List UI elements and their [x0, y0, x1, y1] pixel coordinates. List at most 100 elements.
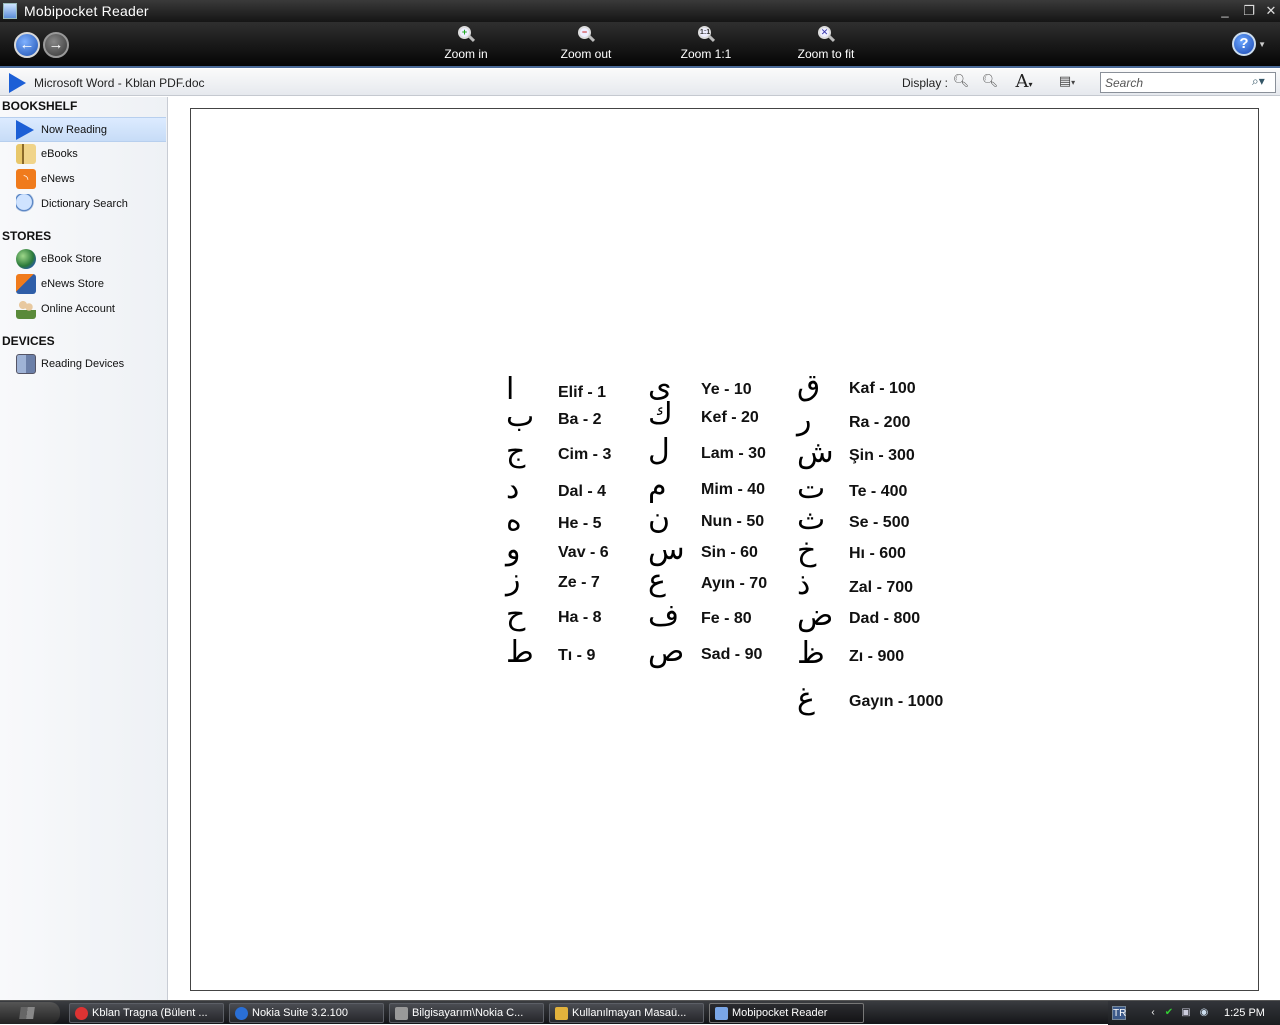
document-page: ا Elif - 1 ب Ba - 2 ج Cim - 3 د Dal - 4 ه He - 5و… — [190, 108, 1259, 991]
display-label: Display : — [902, 76, 949, 90]
task-mobipocket[interactable]: Mobipocket Reader — [709, 1003, 864, 1023]
font-icon[interactable]: A▾ — [1014, 71, 1034, 92]
help-dropdown-icon[interactable]: ▼ — [1258, 40, 1266, 49]
increase-size-icon[interactable]: 🔍︎ — [980, 73, 1000, 91]
abjad-name: Şin - 300 — [849, 447, 915, 464]
language-indicator[interactable]: TR — [1112, 1006, 1126, 1020]
document-title: Microsoft Word - Kblan PDF.doc — [34, 76, 205, 90]
folder-icon — [555, 1007, 568, 1020]
search-icon[interactable]: ⌕▾ — [1252, 74, 1265, 89]
abjad-letter: م — [648, 469, 667, 504]
chevron-left-icon[interactable]: ‹ — [1146, 1006, 1160, 1020]
close-button[interactable]: ✕ — [1262, 2, 1280, 20]
rss-icon: ◝ — [16, 169, 36, 189]
abjad-name: Dad - 800 — [849, 610, 921, 627]
abjad-name: Elif - 1 — [558, 384, 607, 401]
back-button[interactable]: ← — [14, 32, 40, 58]
layout-icon[interactable]: ▤▾ — [1055, 73, 1079, 91]
zoom-out-icon: − — [577, 26, 596, 44]
abjad-letter: ك — [648, 397, 673, 432]
books-icon — [16, 144, 36, 164]
reading-area[interactable]: ا Elif - 1 ب Ba - 2 ج Cim - 3 د Dal - 4 ه He - 5و… — [168, 97, 1280, 1000]
abjad-letter: ت — [797, 471, 826, 506]
sidebar-item-now-reading[interactable]: Now Reading — [0, 117, 166, 142]
chrome-icon — [75, 1007, 88, 1020]
abjad-letter: ر — [797, 402, 812, 437]
sidebar-item-ebook-store[interactable]: eBook Store — [0, 247, 166, 272]
forward-button[interactable]: → — [43, 32, 69, 58]
abjad-letter: ظ — [797, 636, 825, 671]
abjad-letter: ص — [648, 634, 685, 669]
abjad-name: Ayın - 70 — [701, 575, 768, 592]
zoom-1-1-button[interactable]: 1:1 Zoom 1:1 — [651, 26, 761, 66]
abjad-letter: و — [506, 532, 521, 567]
device-icon — [16, 354, 36, 374]
abjad-name: Vav - 6 — [558, 544, 609, 561]
abjad-letter: ب — [506, 399, 535, 434]
task-explorer-unused[interactable]: Kullanılmayan Masaü... — [549, 1003, 704, 1023]
abjad-letter: ق — [797, 368, 821, 403]
sidebar-item-reading-devices[interactable]: Reading Devices — [0, 352, 166, 377]
abjad-letter: ط — [506, 635, 534, 670]
zoom-to-fit-button[interactable]: ✕ Zoom to fit — [771, 26, 881, 66]
abjad-letter: خ — [797, 533, 817, 568]
bookshelf-heading: BOOKSHELF — [2, 99, 78, 113]
title-bar: Mobipocket Reader _ ❐ ✕ — [0, 0, 1280, 22]
abjad-letter: د — [506, 471, 520, 506]
decrease-size-icon[interactable]: 🔍︎ — [951, 73, 971, 91]
task-nokia-suite[interactable]: Nokia Suite 3.2.100 — [229, 1003, 384, 1023]
sidebar-item-online-account[interactable]: Online Account — [0, 297, 166, 322]
zoom-in-icon: + — [457, 26, 476, 44]
start-button[interactable] — [0, 1002, 60, 1024]
task-chrome[interactable]: Kblan Tragna (Bülent ... — [69, 1003, 224, 1023]
abjad-name: Zı - 900 — [849, 648, 905, 665]
abjad-letter: ع — [648, 563, 666, 598]
minimize-button[interactable]: _ — [1216, 2, 1234, 20]
stores-heading: STORES — [2, 229, 52, 243]
network-icon[interactable]: ▣ — [1179, 1006, 1193, 1020]
abjad-name: Cim - 3 — [558, 446, 612, 463]
drive-icon — [395, 1007, 408, 1020]
abjad-name: Zal - 700 — [849, 579, 914, 596]
volume-icon[interactable]: ◉ — [1197, 1006, 1211, 1020]
abjad-name: Gayın - 1000 — [849, 693, 944, 710]
abjad-name: Lam - 30 — [701, 445, 766, 462]
sidebar-item-enews[interactable]: ◝ eNews — [0, 167, 166, 192]
devices-heading: DEVICES — [2, 334, 55, 348]
abjad-name: Kaf - 100 — [849, 380, 916, 397]
sidebar-item-dictionary-search[interactable]: Dictionary Search — [0, 192, 166, 217]
abjad-name: Sin - 60 — [701, 544, 758, 561]
abjad-name: Ha - 8 — [558, 609, 602, 626]
abjad-name: Hı - 600 — [849, 545, 906, 562]
zoom-actual-size-icon: 1:1 — [697, 26, 716, 44]
windows-icon — [19, 1007, 35, 1019]
help-button[interactable]: ? — [1232, 32, 1256, 56]
sidebar: BOOKSHELF Now Reading eBooks ◝ eNews Dic… — [0, 97, 168, 1000]
users-icon — [16, 299, 36, 319]
window-title: Mobipocket Reader — [24, 3, 149, 19]
mobipocket-icon — [715, 1007, 728, 1020]
zoom-in-button[interactable]: + Zoom in — [411, 26, 521, 66]
abjad-letter: ذ — [797, 567, 811, 602]
task-explorer-nokia[interactable]: Bilgisayarım\Nokia C... — [389, 1003, 544, 1023]
search-input[interactable]: Search — [1100, 72, 1276, 93]
clock: 1:25 PM — [1224, 1007, 1265, 1019]
restore-button[interactable]: ❐ — [1240, 2, 1258, 20]
check-icon[interactable]: ✔ — [1162, 1006, 1176, 1020]
abjad-letter: س — [648, 532, 685, 567]
sidebar-item-ebooks[interactable]: eBooks — [0, 142, 166, 167]
abjad-letter: ث — [797, 502, 826, 537]
document-bar: Microsoft Word - Kblan PDF.doc Display :… — [0, 69, 1280, 96]
play-icon — [16, 120, 34, 140]
abjad-letter: ح — [506, 597, 526, 632]
sidebar-item-enews-store[interactable]: eNews Store — [0, 272, 166, 297]
zoom-fit-icon: ✕ — [817, 26, 836, 44]
news-store-icon — [16, 274, 36, 294]
abjad-name: Te - 400 — [849, 483, 908, 500]
abjad-name: He - 5 — [558, 515, 602, 532]
abjad-name: Nun - 50 — [701, 513, 765, 530]
zoom-out-button[interactable]: − Zoom out — [531, 26, 641, 66]
taskbar: Kblan Tragna (Bülent ... Nokia Suite 3.2… — [0, 1000, 1280, 1025]
abjad-letter: ج — [506, 434, 526, 469]
abjad-name: Ba - 2 — [558, 411, 602, 428]
